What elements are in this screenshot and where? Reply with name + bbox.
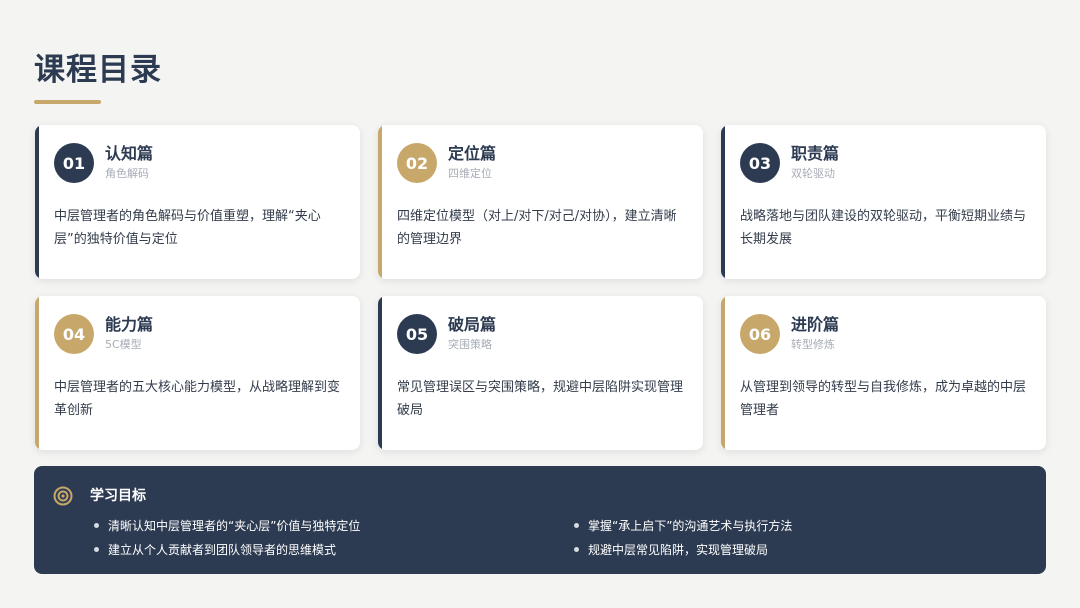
card-description: 从管理到领导的转型与自我修炼，成为卓越的中层管理者	[740, 380, 1027, 418]
bullet-dot-icon	[574, 547, 579, 552]
bullet-dot-icon	[94, 523, 99, 528]
card-title: 能力篇	[105, 315, 154, 334]
target-icon	[53, 486, 73, 506]
goal-text: 掌握“承上启下”的沟通艺术与执行方法	[588, 519, 793, 533]
learning-goals-panel: 学习目标 清晰认知中层管理者的“夹心层”价值与独特定位 掌握“承上启下”的沟通艺…	[34, 466, 1046, 574]
card-title: 破局篇	[448, 315, 497, 334]
card-accent-bar	[378, 125, 382, 279]
course-card-01: 01 认知篇 角色解码 中层管理者的角色解码与价值重塑，理解“夹心层”的独特价值…	[35, 125, 360, 279]
goal-text: 建立从个人贡献者到团队领导者的思维模式	[108, 543, 337, 557]
card-subtitle: 角色解码	[105, 167, 149, 180]
card-accent-bar	[721, 125, 725, 279]
card-description: 中层管理者的五大核心能力模型，从战略理解到变革创新	[54, 380, 341, 418]
card-subtitle: 5C模型	[105, 338, 142, 351]
learning-goals-title: 学习目标	[90, 488, 146, 504]
card-accent-bar	[35, 296, 39, 450]
card-description: 常见管理误区与突围策略，规避中层陷阱实现管理破局	[397, 380, 684, 418]
goal-text: 清晰认知中层管理者的“夹心层”价值与独特定位	[108, 519, 361, 533]
card-number-badge: 06	[740, 314, 780, 354]
card-subtitle: 双轮驱动	[791, 167, 835, 180]
course-card-06: 06 进阶篇 转型修炼 从管理到领导的转型与自我修炼，成为卓越的中层管理者	[721, 296, 1046, 450]
goal-item: 规避中层常见陷阱，实现管理破局	[574, 542, 768, 558]
card-accent-bar	[35, 125, 39, 279]
bullet-dot-icon	[574, 523, 579, 528]
course-card-02: 02 定位篇 四维定位 四维定位模型（对上/对下/对己/对协），建立清晰的管理边…	[378, 125, 703, 279]
card-title: 定位篇	[448, 144, 497, 163]
page-title: 课程目录	[34, 52, 162, 88]
card-description: 中层管理者的角色解码与价值重塑，理解“夹心层”的独特价值与定位	[54, 209, 321, 247]
card-number-badge: 03	[740, 143, 780, 183]
card-accent-bar	[378, 296, 382, 450]
goal-item: 建立从个人贡献者到团队领导者的思维模式	[94, 542, 336, 558]
card-number-badge: 05	[397, 314, 437, 354]
card-accent-bar	[721, 296, 725, 450]
title-underline	[34, 100, 101, 104]
card-subtitle: 转型修炼	[791, 338, 835, 351]
bullet-dot-icon	[94, 547, 99, 552]
card-number-badge: 04	[54, 314, 94, 354]
course-card-04: 04 能力篇 5C模型 中层管理者的五大核心能力模型，从战略理解到变革创新	[35, 296, 360, 450]
card-subtitle: 突围策略	[448, 338, 492, 351]
course-card-05: 05 破局篇 突围策略 常见管理误区与突围策略，规避中层陷阱实现管理破局	[378, 296, 703, 450]
card-title: 认知篇	[105, 144, 154, 163]
card-description: 战略落地与团队建设的双轮驱动，平衡短期业绩与长期发展	[740, 209, 1027, 247]
slide: 课程目录 01 认知篇 角色解码 中层管理者的角色解码与价值重塑，理解“夹心层”…	[0, 0, 1080, 608]
card-number-badge: 02	[397, 143, 437, 183]
goal-text: 规避中层常见陷阱，实现管理破局	[588, 543, 769, 557]
goal-item: 掌握“承上启下”的沟通艺术与执行方法	[574, 518, 792, 534]
card-title: 进阶篇	[791, 315, 840, 334]
card-subtitle: 四维定位	[448, 167, 492, 180]
card-title: 职责篇	[791, 144, 840, 163]
card-description: 四维定位模型（对上/对下/对己/对协），建立清晰的管理边界	[397, 209, 677, 247]
course-card-03: 03 职责篇 双轮驱动 战略落地与团队建设的双轮驱动，平衡短期业绩与长期发展	[721, 125, 1046, 279]
goal-item: 清晰认知中层管理者的“夹心层”价值与独特定位	[94, 518, 360, 534]
card-number-badge: 01	[54, 143, 94, 183]
